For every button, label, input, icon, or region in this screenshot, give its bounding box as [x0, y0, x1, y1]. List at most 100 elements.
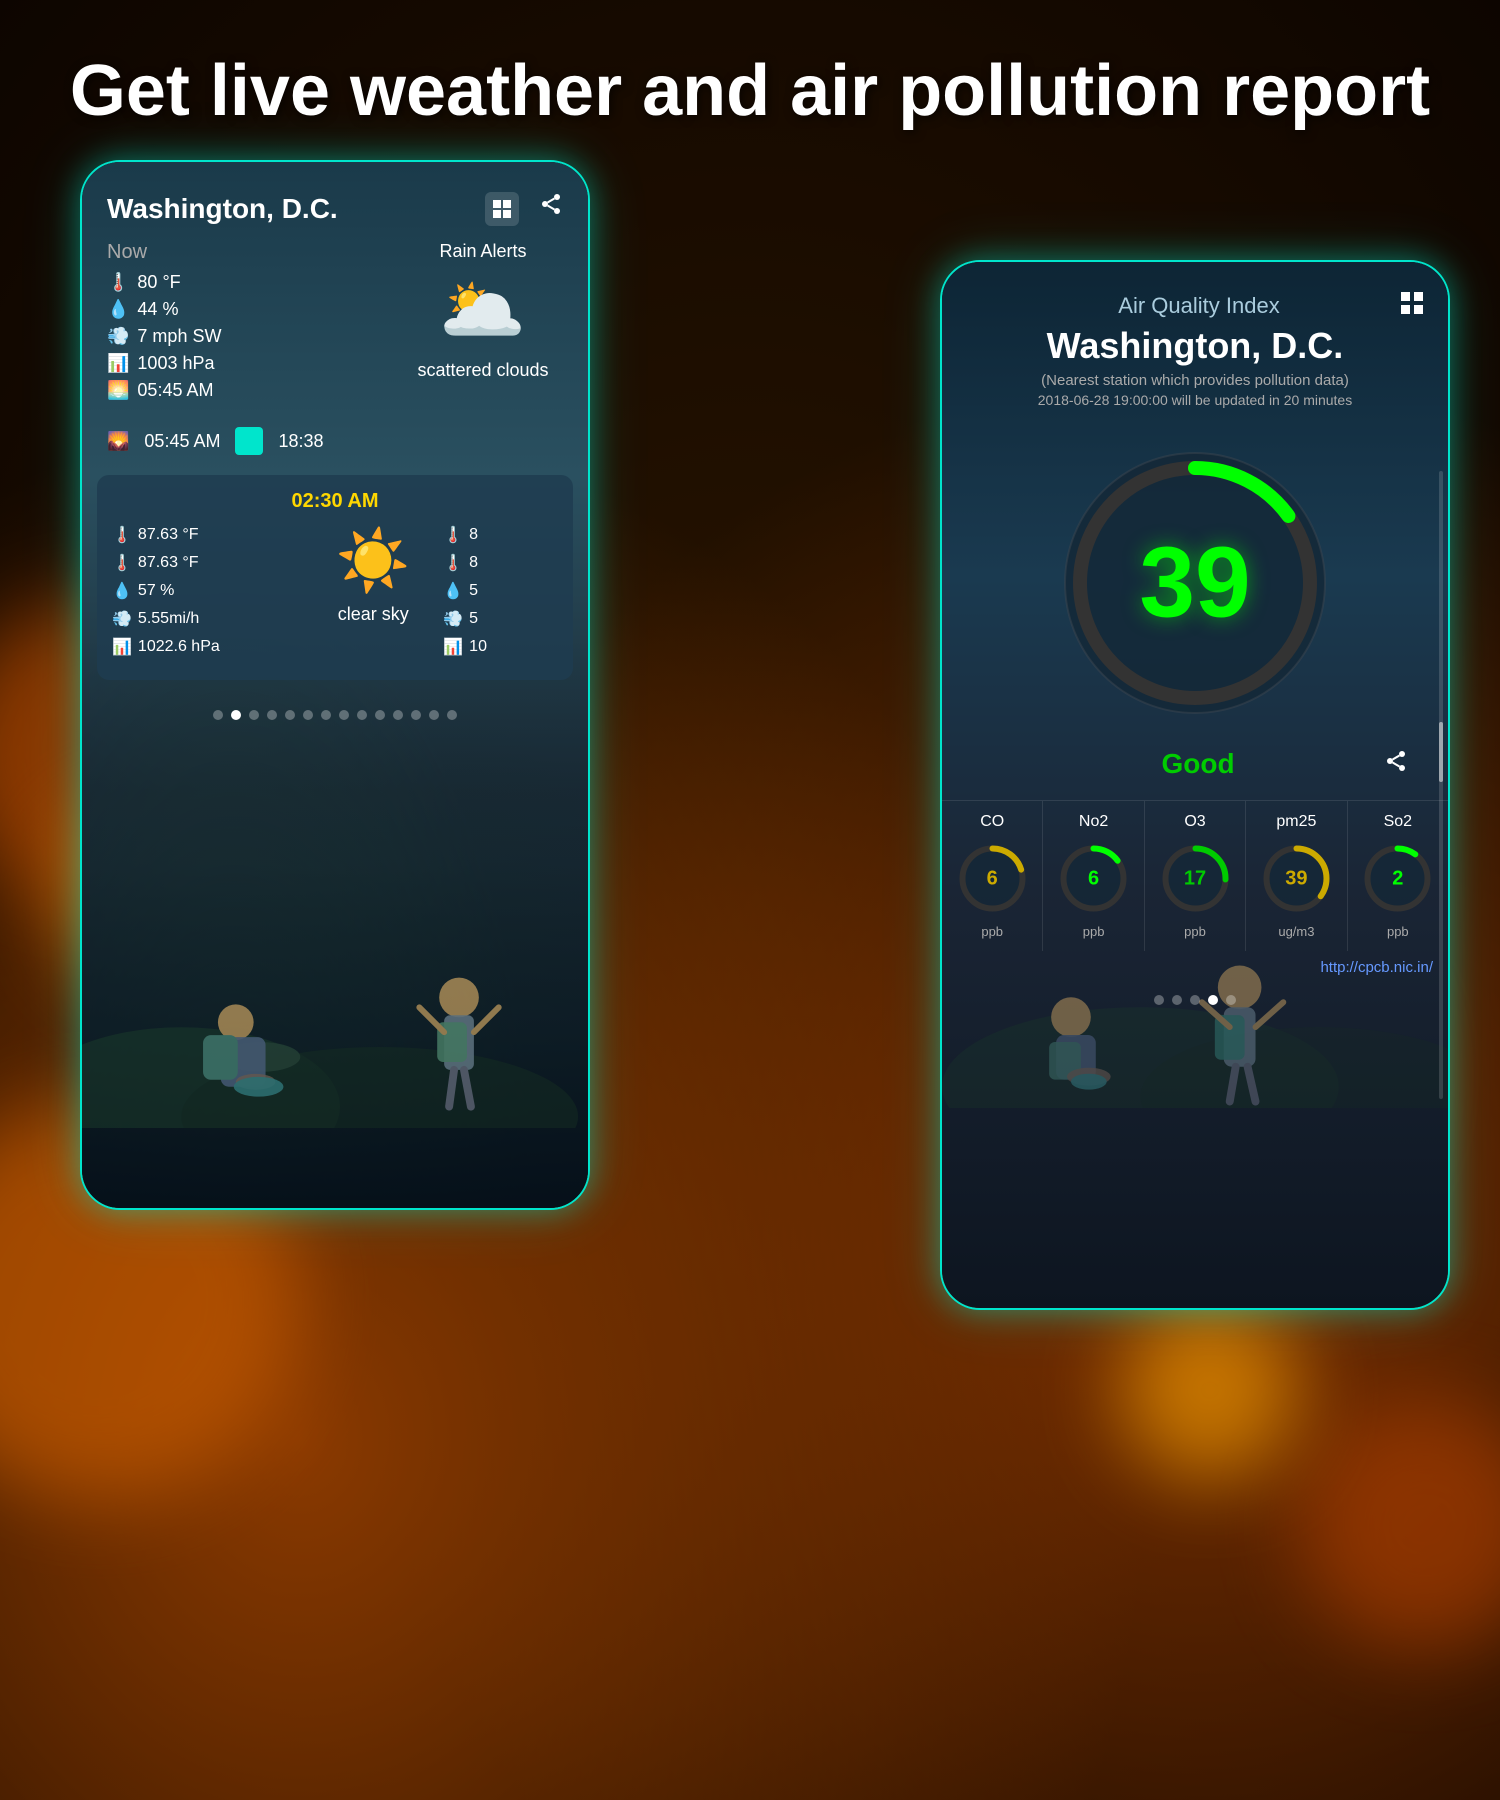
dot-11[interactable] [393, 710, 403, 720]
weather-header-icons [485, 192, 563, 226]
dot-1[interactable] [213, 710, 223, 720]
aqi-city: Washington, D.C. [967, 325, 1423, 367]
forecast-right: 🌡️ 8 🌡️ 8 💧 5 💨 5 [443, 525, 558, 665]
rain-alerts-section: Now 🌡️ 80 °F 💧 44 % 💨 7 mph SW 📊 1003 hP… [82, 241, 588, 422]
dot-13[interactable] [429, 710, 439, 720]
wind-icon-2: 💨 [112, 609, 132, 629]
right-val-5: 📊 10 [443, 637, 558, 657]
pollutant-o3-value: 17 [1184, 867, 1206, 890]
right-value-2: 8 [469, 554, 478, 572]
pollutant-o3: O3 17 ppb [1145, 801, 1246, 951]
pollutant-so2-gauge: 2 [1360, 841, 1435, 916]
humidity-icon: 💧 [107, 299, 129, 320]
pollutant-co-name: CO [980, 813, 1004, 831]
aqi-source-link[interactable]: http://cpcb.nic.in/ [1320, 959, 1433, 976]
pollutant-pm25: pm25 39 ug/m3 [1246, 801, 1347, 951]
dot-5[interactable] [285, 710, 295, 720]
pollutant-co-gauge: 6 [955, 841, 1030, 916]
forecast-grid: 🌡️ 87.63 °F 🌡️ 87.63 °F 💧 57 % 💨 5.55mi/… [112, 525, 558, 665]
pressure-icon: 📊 [107, 353, 129, 374]
aqi-grid-icon[interactable] [1401, 292, 1423, 320]
sun-icon: ☀️ [313, 525, 433, 596]
phones-container: Washington, D.C. [50, 160, 1450, 1700]
forecast-temp-max: 🌡️ 87.63 °F [112, 525, 303, 545]
temperature-row: 🌡️ 80 °F [107, 272, 383, 293]
dot-10[interactable] [375, 710, 385, 720]
teal-dot [235, 427, 263, 455]
dot-4[interactable] [267, 710, 277, 720]
sunrise-row: 🌅 05:45 AM [107, 380, 383, 401]
dot-12[interactable] [411, 710, 421, 720]
aqi-gauge: 39 [1055, 443, 1335, 723]
forecast-humidity: 💧 57 % [112, 581, 303, 601]
aqi-dot-5[interactable] [1226, 995, 1236, 1005]
right-icon-4: 💨 [443, 609, 463, 629]
pollutant-so2-value: 2 [1392, 867, 1403, 890]
temp-min-value: 87.63 °F [138, 554, 199, 572]
dot-7[interactable] [321, 710, 331, 720]
forecast-wind: 💨 5.55mi/h [112, 609, 303, 629]
wind-value: 7 mph SW [137, 326, 221, 347]
weather-now-section: Now 🌡️ 80 °F 💧 44 % 💨 7 mph SW 📊 1003 hP… [107, 241, 383, 407]
wind-row: 💨 7 mph SW [107, 326, 383, 347]
aqi-dot-4[interactable] [1208, 995, 1218, 1005]
right-icon-1: 🌡️ [443, 525, 463, 545]
forecast-temp-min: 🌡️ 87.63 °F [112, 553, 303, 573]
forecast-pressure-value: 1022.6 hPa [138, 638, 220, 656]
forecast-left: 🌡️ 87.63 °F 🌡️ 87.63 °F 💧 57 % 💨 5.55mi/… [112, 525, 303, 665]
aqi-pagination [942, 985, 1448, 1015]
right-icon-3: 💧 [443, 581, 463, 601]
humidity-value: 44 % [137, 299, 178, 320]
weather-phone: Washington, D.C. [80, 160, 590, 1210]
right-val-3: 💧 5 [443, 581, 558, 601]
pressure-row: 📊 1003 hPa [107, 353, 383, 374]
aqi-dot-3[interactable] [1190, 995, 1200, 1005]
page-title: Get live weather and air pollution repor… [0, 30, 1500, 152]
pollutant-no2-unit: ppb [1083, 924, 1105, 939]
weather-header: Washington, D.C. [82, 162, 588, 241]
right-value-5: 10 [469, 638, 487, 656]
scroll-indicator [1439, 471, 1443, 1099]
aqi-status-label: Good [1161, 748, 1234, 780]
aqi-dot-1[interactable] [1154, 995, 1164, 1005]
temp-max-value: 87.63 °F [138, 526, 199, 544]
hiker-svg [82, 728, 588, 1128]
sunrise-icon-2: 🌄 [107, 431, 129, 452]
share-button[interactable] [1384, 749, 1408, 780]
sunrise-value: 05:45 AM [137, 380, 213, 401]
aqi-gauge-container: 39 [942, 433, 1448, 733]
dot-8[interactable] [339, 710, 349, 720]
aqi-timestamp: 2018-06-28 19:00:00 will be updated in 2… [967, 392, 1423, 408]
aqi-footer: http://cpcb.nic.in/ [942, 951, 1448, 985]
pollutant-so2: So2 2 ppb [1348, 801, 1448, 951]
aqi-number: 39 [1139, 526, 1250, 641]
dot-6[interactable] [303, 710, 313, 720]
dot-3[interactable] [249, 710, 259, 720]
right-value-4: 5 [469, 610, 478, 628]
right-val-2: 🌡️ 8 [443, 553, 558, 573]
sunset-time: 18:38 [278, 431, 323, 452]
aqi-title-row: Air Quality Index [967, 292, 1423, 320]
pollutant-pm25-value: 39 [1285, 867, 1307, 890]
dot-2[interactable] [231, 710, 241, 720]
grid-icon[interactable] [485, 192, 519, 226]
share-icon-weather[interactable] [539, 192, 563, 226]
pollutant-co-unit: ppb [981, 924, 1003, 939]
forecast-center: ☀️ clear sky [313, 525, 433, 665]
dot-14[interactable] [447, 710, 457, 720]
pollutant-pm25-name: pm25 [1276, 813, 1316, 831]
aqi-title: Air Quality Index [997, 293, 1401, 319]
dot-9[interactable] [357, 710, 367, 720]
pollutant-pm25-unit: ug/m3 [1278, 924, 1314, 939]
temperature-value: 80 °F [137, 272, 180, 293]
clear-sky-label: clear sky [313, 604, 433, 625]
pollutant-o3-name: O3 [1184, 813, 1205, 831]
pollutant-so2-unit: ppb [1387, 924, 1409, 939]
scattered-clouds-label: scattered clouds [403, 360, 563, 381]
aqi-dot-2[interactable] [1172, 995, 1182, 1005]
right-value-1: 8 [469, 526, 478, 544]
pollutant-co: CO 6 ppb [942, 801, 1043, 951]
forecast-humidity-value: 57 % [138, 582, 174, 600]
aqi-header: Air Quality Index Washington, D.C. (Near… [942, 262, 1448, 433]
pollutant-co-value: 6 [987, 867, 998, 890]
